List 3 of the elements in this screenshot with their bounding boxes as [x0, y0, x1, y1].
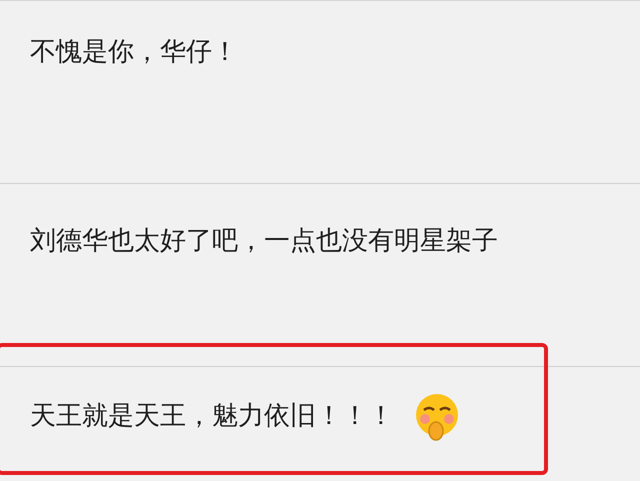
comment-text: 不愧是你，华仔！	[30, 36, 238, 69]
comment-text: 天王就是天王，魅力依旧！！！	[30, 400, 394, 433]
comment-text: 刘德华也太好了吧，一点也没有明星架子	[30, 225, 498, 258]
